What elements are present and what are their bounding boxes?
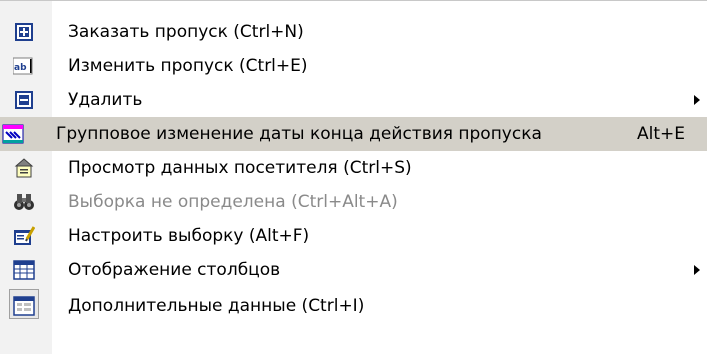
delete-icon: [15, 91, 33, 109]
submenu-arrow-icon: [694, 265, 700, 275]
menu-item-label: Удалить: [68, 90, 143, 110]
menu-item-label: Отображение столбцов: [68, 260, 281, 280]
menu-item-visitor-data[interactable]: Просмотр данных посетителя (Ctrl+S): [0, 151, 707, 185]
visitor-data-icon: [14, 158, 34, 178]
menu-item-order-pass[interactable]: Заказать пропуск (Ctrl+N): [0, 15, 707, 49]
columns-icon: [13, 260, 35, 280]
svg-text:ab: ab: [14, 63, 27, 73]
add-icon: [15, 23, 33, 41]
menu-item-label: Заказать пропуск (Ctrl+N): [68, 22, 304, 42]
configure-filter-icon: [14, 226, 35, 245]
menu-item-group-date-change[interactable]: Групповое изменение даты конца действия …: [0, 117, 707, 151]
menu-item-selection-undefined[interactable]: Выборка не определена (Ctrl+Alt+A): [0, 185, 707, 219]
menu-item-edit-pass[interactable]: ab Изменить пропуск (Ctrl+E): [0, 49, 707, 83]
group-date-change-icon: [2, 124, 24, 144]
submenu-arrow-icon: [694, 95, 700, 105]
menu-item-label: Групповое изменение даты конца действия …: [56, 124, 542, 144]
menu-item-additional-data[interactable]: Дополнительные данные (Ctrl+I): [0, 287, 707, 325]
menu-item-label: Изменить пропуск (Ctrl+E): [68, 56, 308, 76]
menu-item-label: Выборка не определена (Ctrl+Alt+A): [68, 192, 398, 212]
additional-data-icon: [13, 296, 35, 316]
menu-item-delete[interactable]: Удалить: [0, 83, 707, 117]
menu-item-column-display[interactable]: Отображение столбцов: [0, 253, 707, 287]
menu-item-shortcut: Alt+E: [637, 124, 686, 144]
menu-item-label: Настроить выборку (Alt+F): [68, 226, 310, 246]
menu-item-label: Просмотр данных посетителя (Ctrl+S): [68, 158, 412, 178]
context-menu: Заказать пропуск (Ctrl+N) ab Изменить пр…: [0, 0, 707, 354]
menu-item-configure-selection[interactable]: Настроить выборку (Alt+F): [0, 219, 707, 253]
binoculars-icon: [14, 194, 34, 210]
edit-text-icon: ab: [13, 57, 33, 75]
menu-item-label: Дополнительные данные (Ctrl+I): [68, 296, 365, 316]
